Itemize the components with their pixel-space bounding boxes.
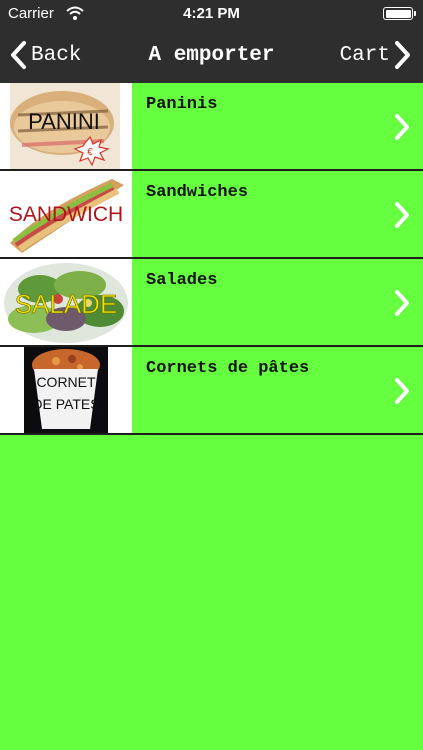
panini-image-text: PANINI [28, 109, 100, 134]
panini-image: PANINI € [0, 83, 132, 169]
item-label: Cornets de pâtes [146, 359, 310, 378]
menu-list: PANINI € Paninis SANDWICH Sandwiches SAL… [0, 83, 423, 435]
chevron-right-icon [395, 114, 409, 140]
salad-image: SALADE [0, 259, 132, 345]
sandwich-image: SANDWICH [0, 171, 132, 257]
navigation-bar: Back A emporter Cart [0, 28, 423, 83]
item-label: Salades [146, 271, 218, 290]
status-bar: Carrier 4:21 PM [0, 0, 423, 28]
cart-button[interactable]: Cart [340, 39, 413, 71]
battery-icon [383, 7, 416, 20]
item-label: Paninis [146, 95, 218, 114]
list-item-salades[interactable]: SALADE Salades [0, 259, 423, 347]
status-time: 4:21 PM [183, 5, 240, 22]
price-badge-text: € [87, 147, 93, 158]
sandwich-image-text: SANDWICH [9, 203, 123, 226]
chevron-right-icon [395, 378, 409, 404]
pasta-image-text-line1: CORNET [36, 374, 96, 390]
item-label: Sandwiches [146, 183, 249, 202]
list-item-cornets-de-pates[interactable]: CORNET DE PATES Cornets de pâtes [0, 347, 423, 435]
cart-label: Cart [339, 43, 390, 67]
chevron-right-icon [395, 41, 410, 69]
list-item-sandwiches[interactable]: SANDWICH Sandwiches [0, 171, 423, 259]
salad-image-text: SALADE [15, 289, 118, 319]
list-item-paninis[interactable]: PANINI € Paninis [0, 83, 423, 171]
pasta-cornet-image: CORNET DE PATES [0, 347, 132, 433]
pasta-image-text-line2: DE PATES [32, 396, 99, 412]
chevron-right-icon [395, 202, 409, 228]
chevron-right-icon [395, 290, 409, 316]
